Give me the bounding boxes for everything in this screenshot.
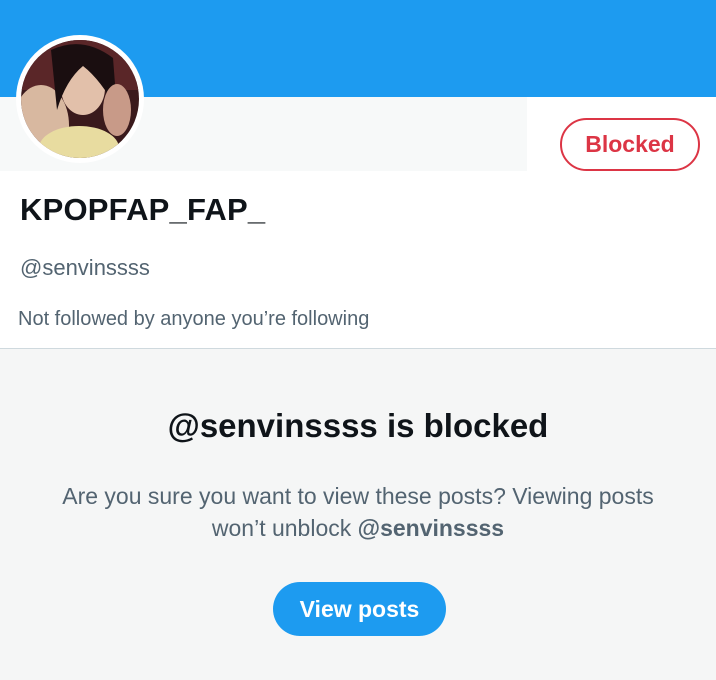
avatar[interactable] [16, 35, 144, 163]
followers-you-know-note[interactable]: Not followed by anyone you’re following [18, 308, 369, 331]
blocked-notice-title: @senvinssss is blocked [167, 407, 549, 444]
view-posts-button[interactable]: View posts [273, 582, 446, 636]
blocked-notice-description: Are you sure you want to view these post… [60, 480, 656, 544]
blocked-notice-handle: @senvinssss [357, 515, 505, 541]
blocked-button[interactable]: Blocked [560, 118, 700, 171]
avatar-photo [21, 40, 139, 158]
profile-handle: @senvinssss [20, 255, 150, 280]
profile-display-name: KPOPFAP_FAP_ [20, 192, 266, 227]
